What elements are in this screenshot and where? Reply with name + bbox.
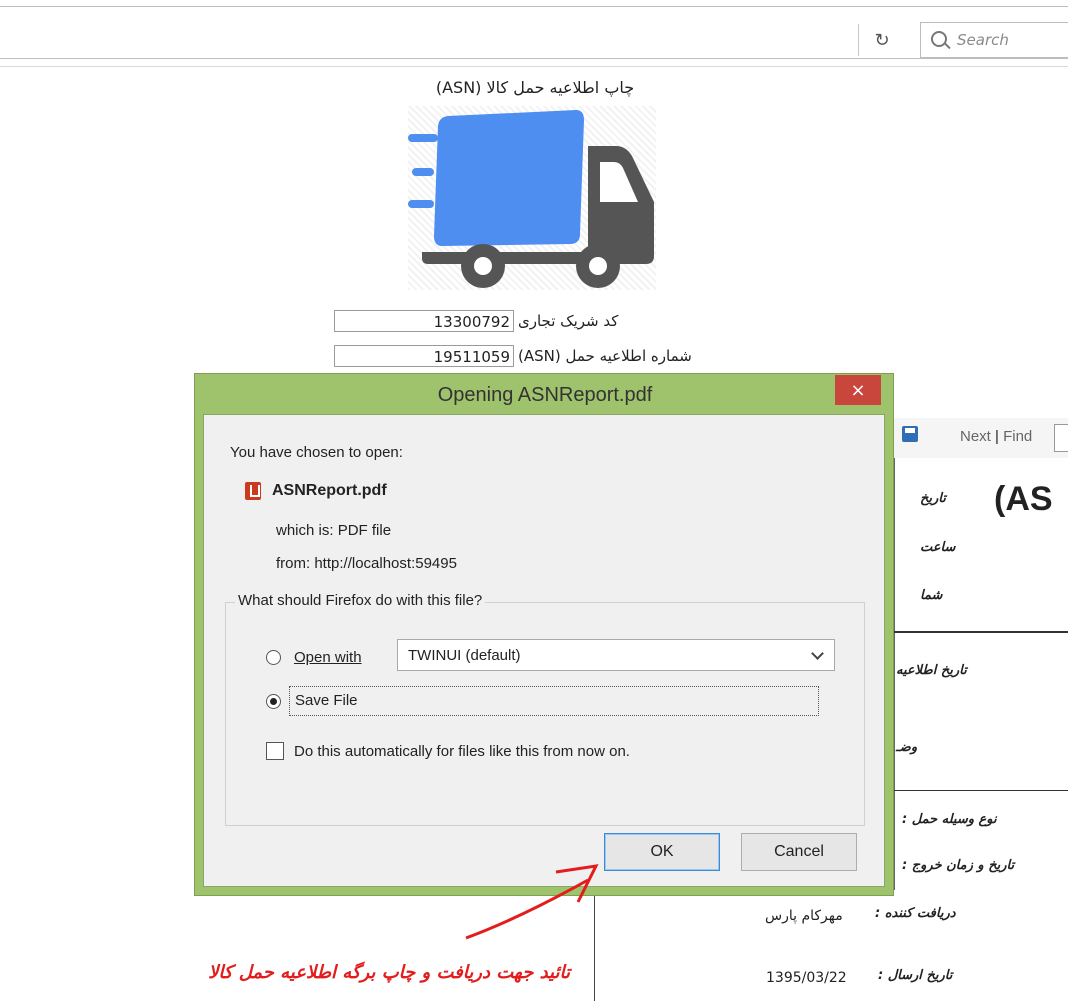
arrow-icon bbox=[465, 864, 599, 940]
annotation-text: تائید جهت دریافت و چاپ برگه اطلاعیه حمل … bbox=[208, 962, 570, 983]
